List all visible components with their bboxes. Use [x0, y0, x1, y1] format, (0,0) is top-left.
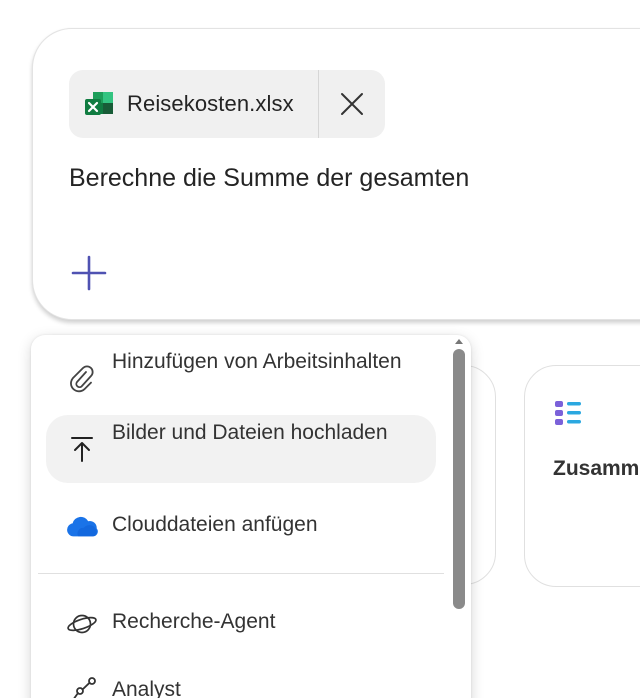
menu-divider	[38, 573, 444, 574]
prompt-input[interactable]: Berechne die Summe der gesamten	[69, 164, 469, 193]
menu-item-label: Analyst	[112, 678, 181, 698]
menu-item-analyst[interactable]: Analyst	[46, 671, 436, 698]
paperclip-icon	[66, 363, 98, 395]
add-content-menu: Hinzufügen von Arbeitsinhalten Bilder un…	[31, 335, 471, 698]
menu-item-add-work-content[interactable]: Hinzufügen von Arbeitsinhalten	[46, 341, 436, 415]
cloud-icon	[66, 511, 98, 543]
scroll-up-arrow-icon[interactable]	[452, 335, 466, 347]
add-button[interactable]	[69, 253, 109, 293]
plus-icon	[71, 255, 107, 291]
analyst-chart-icon	[66, 675, 98, 698]
menu-item-research-agent[interactable]: Recherche-Agent	[46, 603, 436, 647]
menu-item-label: Clouddateien anfügen	[112, 513, 318, 536]
menu-item-label: Hinzufügen von Arbeitsinhalten	[112, 350, 402, 373]
excel-file-icon	[85, 92, 113, 115]
chat-composer: Reisekosten.xlsx Berechne die Summe der …	[32, 28, 640, 320]
planet-icon	[66, 608, 98, 640]
menu-item-attach-cloud-files[interactable]: Clouddateien anfügen	[46, 505, 436, 549]
menu-item-upload-files[interactable]: Bilder und Dateien hochladen	[46, 415, 436, 483]
remove-attachment-button[interactable]	[319, 70, 385, 138]
attachment-file-name: Reisekosten.xlsx	[127, 91, 294, 116]
menu-scrollbar-thumb[interactable]	[453, 349, 465, 609]
menu-item-label: Recherche-Agent	[112, 610, 276, 633]
copilot-screen: Zusamm Reisekosten.xlsx Berechne die Sum…	[0, 0, 640, 698]
attachment-file[interactable]: Reisekosten.xlsx	[69, 70, 318, 138]
menu-item-label: Bilder und Dateien hochladen	[112, 421, 388, 444]
summary-list-icon	[555, 401, 581, 425]
suggestion-card-summary[interactable]: Zusamm	[524, 365, 640, 587]
close-icon	[341, 93, 363, 115]
upload-icon	[66, 433, 98, 465]
attachment-chip: Reisekosten.xlsx	[69, 70, 385, 138]
suggestion-title: Zusamm	[553, 457, 640, 480]
